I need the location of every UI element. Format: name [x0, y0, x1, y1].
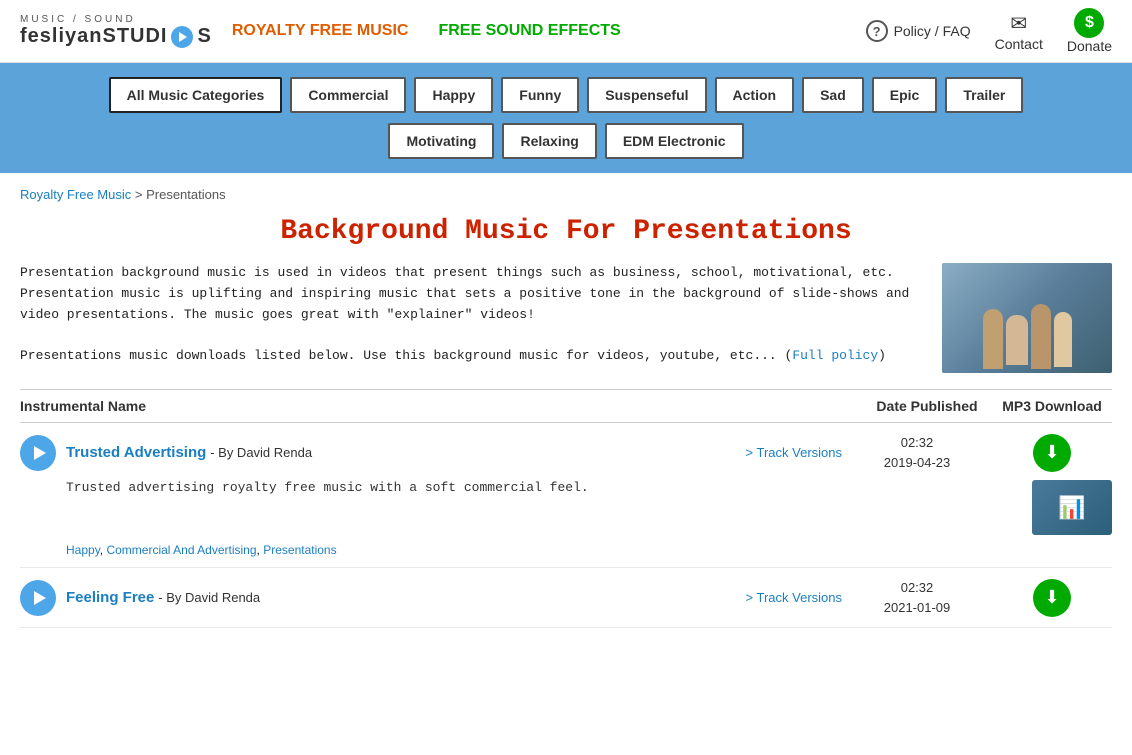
track-publish-date: 2019-04-23: [852, 453, 982, 473]
thumb-icon: 📊: [1058, 495, 1085, 521]
logo-name[interactable]: fesliyanSTUDI S: [20, 25, 212, 48]
download-icon[interactable]: ⬇: [1033, 434, 1071, 472]
desc-paragraph-1: Presentation background music is used in…: [20, 263, 926, 325]
description-text: Presentation background music is used in…: [20, 263, 926, 373]
breadcrumb-separator: >: [135, 187, 146, 202]
download-button-area: ⬇: [992, 434, 1112, 472]
logo-text: fesliyanSTUDI: [20, 25, 167, 48]
category-btn[interactable]: Action: [715, 77, 795, 113]
track-info: Trusted Advertising - By David Renda: [66, 444, 724, 461]
track-description: Trusted advertising royalty free music w…: [66, 480, 1016, 535]
play-button[interactable]: [20, 580, 56, 616]
music-row-desc: Trusted advertising royalty free music w…: [20, 472, 1112, 539]
logo-play-icon: [171, 26, 193, 48]
music-row-top: Feeling Free - By David Renda > Track Ve…: [20, 578, 1112, 617]
track-title: Feeling Free: [66, 589, 154, 606]
download-button-area: ⬇: [992, 579, 1112, 617]
track-date: 02:32 2019-04-23: [852, 433, 982, 472]
track-date: 02:32 2021-01-09: [852, 578, 982, 617]
category-btn[interactable]: All Music Categories: [109, 77, 283, 113]
track-duration: 02:32: [852, 578, 982, 598]
breadcrumb: Royalty Free Music > Presentations: [20, 187, 1112, 202]
help-icon: ?: [866, 20, 888, 42]
track-thumbnail: 📊: [1032, 480, 1112, 535]
tag-commercial[interactable]: Commercial And Advertising: [106, 543, 256, 557]
donate-icon: $: [1074, 8, 1104, 38]
track-artist: - By David Renda: [158, 590, 260, 605]
category-bar: All Music CategoriesCommercialHappyFunny…: [0, 63, 1132, 173]
category-btn[interactable]: Sad: [802, 77, 864, 113]
track-tags: Happy, Commercial And Advertising, Prese…: [20, 539, 1112, 557]
donate-label: Donate: [1067, 38, 1112, 54]
col-header-name: Instrumental Name: [20, 398, 862, 414]
track-versions-link[interactable]: > Track Versions: [746, 445, 842, 460]
col-header-date: Date Published: [862, 398, 992, 414]
nav-contact[interactable]: ✉ Contact: [995, 11, 1043, 52]
category-row-2: MotivatingRelaxingEDM Electronic: [388, 123, 743, 159]
contact-label: Contact: [995, 36, 1043, 52]
logo-text-end: S: [197, 25, 211, 48]
policy-label: Policy / FAQ: [894, 23, 971, 39]
page-title: Background Music For Presentations: [0, 208, 1132, 263]
description-image: [942, 263, 1112, 373]
track-info: Feeling Free - By David Renda: [66, 589, 724, 606]
desc-text-2-end: ): [878, 348, 886, 363]
nav-free-sound-effects[interactable]: FREE SOUND EFFECTS: [438, 21, 620, 42]
music-table: Instrumental Name Date Published MP3 Dow…: [0, 389, 1132, 628]
music-row-top: Trusted Advertising - By David Renda > T…: [20, 433, 1112, 472]
description-area: Presentation background music is used in…: [0, 263, 1132, 389]
nav-policy-faq[interactable]: ? Policy / FAQ: [866, 20, 971, 42]
table-header: Instrumental Name Date Published MP3 Dow…: [20, 389, 1112, 423]
breadcrumb-parent[interactable]: Royalty Free Music: [20, 187, 131, 202]
category-btn[interactable]: EDM Electronic: [605, 123, 744, 159]
nav-links: ROYALTY FREE MUSIC FREE SOUND EFFECTS: [232, 21, 846, 42]
nav-donate[interactable]: $ Donate: [1067, 8, 1112, 54]
category-btn[interactable]: Trailer: [945, 77, 1023, 113]
play-button[interactable]: [20, 435, 56, 471]
col-header-download: MP3 Download: [992, 398, 1112, 414]
track-versions-link[interactable]: > Track Versions: [746, 590, 842, 605]
desc-paragraph-2: Presentations music downloads listed bel…: [20, 346, 926, 367]
logo-area: MUSIC / SOUND fesliyanSTUDI S: [20, 14, 212, 48]
category-btn[interactable]: Funny: [501, 77, 579, 113]
desc-img-placeholder: [942, 263, 1112, 373]
category-btn[interactable]: Commercial: [290, 77, 406, 113]
nav-right: ? Policy / FAQ ✉ Contact $ Donate: [866, 8, 1112, 54]
download-icon[interactable]: ⬇: [1033, 579, 1071, 617]
category-btn[interactable]: Relaxing: [502, 123, 596, 159]
category-btn[interactable]: Suspenseful: [587, 77, 706, 113]
header: MUSIC / SOUND fesliyanSTUDI S ROYALTY FR…: [0, 0, 1132, 63]
category-btn[interactable]: Happy: [414, 77, 493, 113]
full-policy-link[interactable]: Full policy: [792, 348, 878, 363]
envelope-icon: ✉: [1010, 11, 1027, 36]
track-artist: - By David Renda: [210, 445, 312, 460]
table-row: Trusted Advertising - By David Renda > T…: [20, 423, 1112, 568]
breadcrumb-area: Royalty Free Music > Presentations: [0, 173, 1132, 208]
desc-img-people: [942, 263, 1112, 373]
tag-happy[interactable]: Happy: [66, 543, 100, 557]
table-row: Feeling Free - By David Renda > Track Ve…: [20, 568, 1112, 628]
category-row-1: All Music CategoriesCommercialHappyFunny…: [109, 77, 1024, 113]
track-duration: 02:32: [852, 433, 982, 453]
category-btn[interactable]: Motivating: [388, 123, 494, 159]
breadcrumb-current: Presentations: [146, 187, 226, 202]
desc-text-2: Presentations music downloads listed bel…: [20, 348, 792, 363]
category-btn[interactable]: Epic: [872, 77, 938, 113]
nav-royalty-free-music[interactable]: ROYALTY FREE MUSIC: [232, 21, 409, 42]
tag-presentations[interactable]: Presentations: [263, 543, 336, 557]
track-title: Trusted Advertising: [66, 444, 206, 461]
logo-subtitle: MUSIC / SOUND: [20, 14, 136, 25]
track-publish-date: 2021-01-09: [852, 598, 982, 618]
thumb-placeholder: 📊: [1032, 480, 1112, 535]
